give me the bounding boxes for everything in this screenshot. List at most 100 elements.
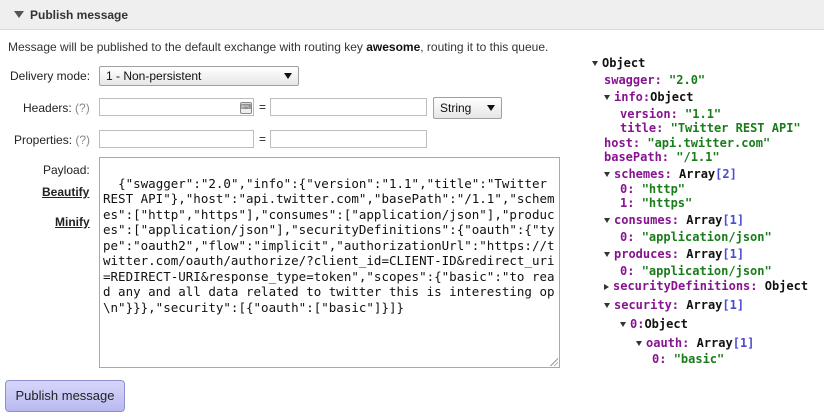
properties-equals: = bbox=[259, 132, 267, 146]
tree-value: "/1.1" bbox=[676, 150, 720, 164]
tree-value: Object bbox=[644, 317, 688, 331]
headers-help[interactable]: (?) bbox=[75, 101, 90, 115]
tree-row[interactable]: produces: Array[1] bbox=[604, 247, 744, 262]
tree-key: securityDefinitions: bbox=[613, 279, 758, 293]
tree-row[interactable]: securityDefinitions: Object bbox=[604, 279, 808, 294]
tree-value: "2.0" bbox=[669, 73, 706, 87]
header-type-value: String bbox=[440, 101, 472, 115]
expand-toggle-icon[interactable] bbox=[604, 218, 610, 223]
tree-count: [1] bbox=[722, 298, 745, 312]
tree-count: [1] bbox=[722, 247, 745, 261]
tree-root-type: Object bbox=[602, 56, 646, 70]
expand-toggle-icon[interactable] bbox=[604, 95, 610, 100]
property-key-input[interactable] bbox=[99, 130, 254, 148]
payload-text: {"swagger":"2.0","info":{"version":"1.1"… bbox=[103, 175, 555, 315]
headers-label-text: Headers: bbox=[23, 101, 72, 115]
tree-key: swagger: bbox=[604, 73, 662, 87]
tree-row: 0: "application/json" bbox=[620, 230, 772, 245]
tree-key: 0: bbox=[620, 230, 635, 244]
tree-value: "1.1" bbox=[685, 107, 722, 121]
tree-value: Array bbox=[686, 298, 723, 312]
tree-key: 0: bbox=[630, 317, 645, 331]
property-value-input[interactable] bbox=[270, 130, 427, 148]
tree-row[interactable]: consumes: Array[1] bbox=[604, 213, 744, 228]
tree-row: host: "api.twitter.com" bbox=[604, 136, 770, 151]
tree-count: [1] bbox=[732, 336, 755, 350]
tree-value: "https" bbox=[641, 196, 693, 210]
delivery-mode-value: 1 - Non-persistent bbox=[106, 69, 202, 83]
tree-key: consumes: bbox=[614, 213, 680, 227]
tree-value: "api.twitter.com" bbox=[647, 136, 771, 150]
dropdown-arrow-icon bbox=[284, 73, 292, 79]
tree-root[interactable]: Object bbox=[592, 56, 645, 71]
tree-row: 1: "https" bbox=[620, 196, 692, 211]
tree-key: 1: bbox=[620, 196, 635, 210]
tree-row: title: "Twitter REST API" bbox=[620, 121, 801, 136]
collapsed-toggle-icon[interactable] bbox=[604, 283, 609, 290]
expand-toggle-icon[interactable] bbox=[604, 172, 610, 177]
delivery-mode-select[interactable]: 1 - Non-persistent bbox=[99, 66, 299, 86]
expand-toggle-icon[interactable] bbox=[592, 61, 598, 66]
tree-value: Array bbox=[686, 213, 723, 227]
tree-row[interactable]: oauth: Array[1] bbox=[636, 336, 754, 351]
info-prefix: Message will be published to the default… bbox=[8, 40, 367, 54]
routing-info: Message will be published to the default… bbox=[8, 40, 548, 54]
tree-value: Array bbox=[696, 336, 733, 350]
tree-key: schemes: bbox=[614, 167, 672, 181]
section-title: Publish message bbox=[30, 8, 129, 22]
tree-key: info: bbox=[614, 90, 651, 104]
payload-label: Payload: bbox=[43, 163, 90, 177]
tree-value: Object bbox=[764, 279, 809, 293]
tree-value: "application/json" bbox=[641, 230, 772, 244]
expand-toggle-icon[interactable] bbox=[620, 322, 626, 327]
collapse-triangle-icon[interactable] bbox=[14, 11, 24, 18]
tree-key: security: bbox=[614, 298, 680, 312]
tree-value: Array bbox=[679, 167, 716, 181]
properties-label-text: Properties: bbox=[14, 133, 73, 147]
tree-row[interactable]: 0:Object bbox=[620, 317, 688, 332]
tree-row[interactable]: info:Object bbox=[604, 90, 693, 105]
tree-row: 0: "application/json" bbox=[620, 264, 772, 279]
routing-key: awesome bbox=[366, 40, 421, 54]
tree-key: 0: bbox=[620, 264, 635, 278]
tree-key: oauth: bbox=[646, 336, 690, 350]
headers-equals: = bbox=[259, 100, 267, 114]
tree-row: 0: "basic" bbox=[652, 352, 724, 367]
expand-toggle-icon[interactable] bbox=[604, 303, 610, 308]
resize-handle-icon[interactable] bbox=[550, 358, 558, 366]
tree-row: version: "1.1" bbox=[620, 107, 721, 122]
section-header[interactable]: Publish message bbox=[0, 0, 824, 30]
delivery-mode-label: Delivery mode: bbox=[10, 69, 91, 83]
keyboard-icon[interactable]: ⌨ bbox=[240, 102, 252, 114]
tree-row[interactable]: security: Array[1] bbox=[604, 298, 744, 313]
tree-row: swagger: "2.0" bbox=[604, 73, 705, 88]
header-type-select[interactable]: String bbox=[433, 97, 502, 119]
expand-toggle-icon[interactable] bbox=[636, 341, 642, 346]
properties-help[interactable]: (?) bbox=[75, 133, 90, 147]
header-key-input[interactable]: ⌨ bbox=[99, 98, 254, 116]
tree-value: "http" bbox=[641, 182, 686, 196]
tree-key: version: bbox=[620, 107, 678, 121]
tree-key: 0: bbox=[652, 352, 667, 366]
tree-value: Object bbox=[650, 90, 694, 104]
payload-textarea[interactable]: {"swagger":"2.0","info":{"version":"1.1"… bbox=[99, 157, 560, 368]
tree-value: "application/json" bbox=[641, 264, 772, 278]
publish-message-button[interactable]: Publish message bbox=[5, 380, 125, 412]
tree-key: title: bbox=[620, 121, 664, 135]
tree-value: "basic" bbox=[673, 352, 725, 366]
tree-count: [2] bbox=[715, 167, 737, 181]
header-value-input[interactable] bbox=[270, 98, 427, 116]
dropdown-arrow-icon bbox=[487, 105, 495, 111]
tree-count: [1] bbox=[722, 213, 745, 227]
expand-toggle-icon[interactable] bbox=[604, 252, 610, 257]
tree-key: basePath: bbox=[604, 150, 670, 164]
tree-key: produces: bbox=[614, 247, 680, 261]
headers-label: Headers: (?) bbox=[23, 101, 90, 115]
tree-row[interactable]: schemes: Array[2] bbox=[604, 167, 737, 182]
beautify-button[interactable]: Beautify bbox=[42, 185, 89, 199]
minify-button[interactable]: Minify bbox=[55, 215, 90, 229]
tree-key: host: bbox=[604, 136, 641, 150]
tree-row: basePath: "/1.1" bbox=[604, 150, 720, 165]
tree-row: 0: "http" bbox=[620, 182, 685, 197]
tree-value: Array bbox=[686, 247, 723, 261]
